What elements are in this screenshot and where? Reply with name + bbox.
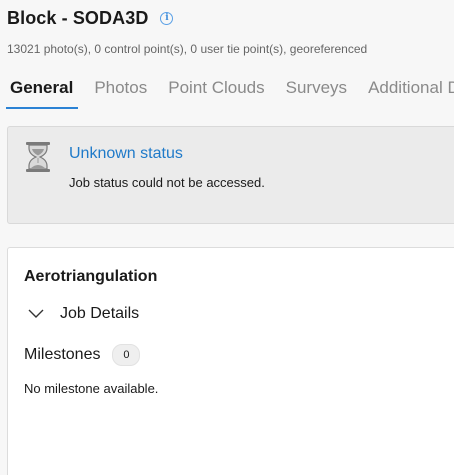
block-summary: 13021 photo(s), 0 control point(s), 0 us…: [7, 42, 368, 56]
aerotriangulation-card: Aerotriangulation Job Details Milestones…: [7, 247, 454, 475]
milestones-row: Milestones 0: [24, 344, 141, 366]
job-status-card: Unknown status Job status could not be a…: [7, 126, 454, 224]
info-icon[interactable]: i: [160, 11, 174, 25]
tab-additional-data[interactable]: Additional Data: [368, 76, 454, 112]
tab-general[interactable]: General: [5, 76, 79, 112]
page-title: Block - SODA3D: [7, 7, 149, 28]
tab-surveys[interactable]: Surveys: [286, 76, 347, 112]
block-header: Block - SODA3D i 13021 photo(s), 0 contr…: [0, 0, 454, 112]
milestones-label: Milestones: [24, 346, 101, 363]
no-milestone-message: No milestone available.: [24, 381, 159, 396]
hourglass-icon: [26, 142, 50, 172]
status-title-link[interactable]: Unknown status: [69, 145, 183, 163]
milestones-count-badge: 0: [112, 344, 141, 366]
tab-point-clouds[interactable]: Point Clouds: [168, 76, 264, 112]
tab-bar: General Photos Point Clouds Surveys Addi…: [5, 76, 454, 112]
block-details-page: Block - SODA3D i 13021 photo(s), 0 contr…: [0, 0, 454, 475]
job-details-label: Job Details: [60, 305, 140, 322]
title-row: Block - SODA3D i: [7, 8, 454, 28]
job-details-toggle[interactable]: Job Details: [28, 305, 139, 323]
status-message: Job status could not be accessed.: [69, 175, 265, 190]
chevron-down-icon: [28, 309, 44, 318]
aerotriangulation-title: Aerotriangulation: [24, 268, 158, 285]
tab-photos[interactable]: Photos: [94, 76, 147, 112]
